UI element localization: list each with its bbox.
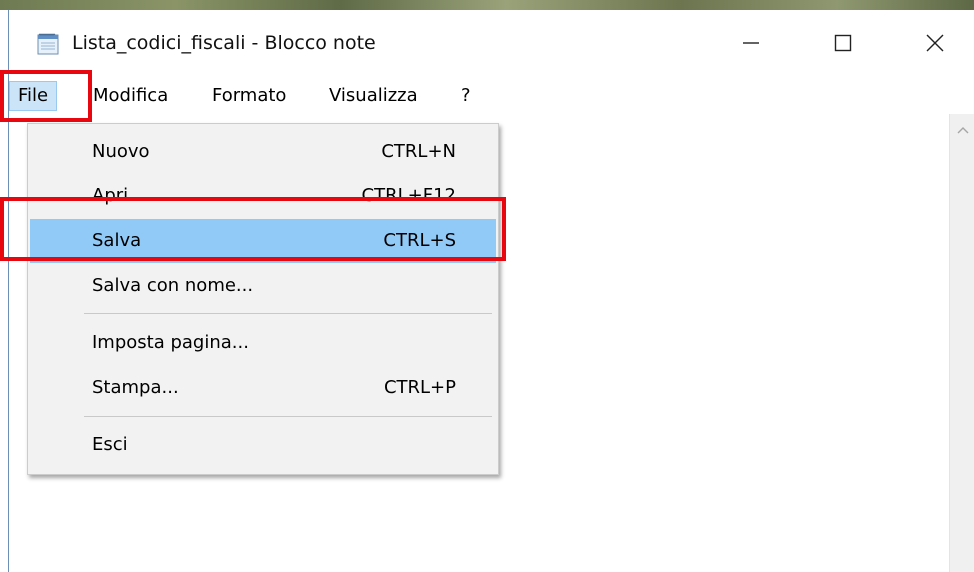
menu-bar: File Modifica Formato Visualizza ? — [9, 76, 974, 114]
menu-item-label: Salva — [92, 230, 142, 251]
menu-item-salva-con-nome[interactable]: Salva con nome... — [30, 264, 496, 308]
menu-item-label: Nuovo — [92, 141, 150, 162]
desktop-background-strip — [0, 0, 974, 10]
menu-item-stampa[interactable]: Stampa... CTRL+P — [30, 366, 496, 410]
notepad-window: Lista_codici_fiscali - Blocco note File … — [8, 10, 974, 572]
menu-item-imposta-pagina[interactable]: Imposta pagina... — [30, 321, 496, 365]
menu-separator — [84, 313, 492, 314]
title-bar[interactable]: Lista_codici_fiscali - Blocco note — [9, 10, 974, 76]
menu-item-label: Stampa... — [92, 377, 179, 398]
menu-item-label: Imposta pagina... — [92, 332, 249, 353]
close-button[interactable] — [900, 20, 970, 70]
menu-formato[interactable]: Formato — [206, 82, 292, 110]
menu-file[interactable]: File — [9, 81, 58, 111]
window-title: Lista_codici_fiscali - Blocco note — [72, 32, 376, 54]
menu-item-shortcut: CTRL+P — [383, 377, 456, 398]
scroll-up-button[interactable] — [950, 114, 974, 142]
menu-item-label: Apri... — [92, 185, 146, 206]
vertical-scrollbar[interactable] — [949, 114, 974, 572]
maximize-button[interactable] — [808, 20, 878, 70]
menu-item-shortcut: CTRL+N — [381, 141, 456, 162]
menu-item-shortcut: CTRL+F12 — [361, 185, 456, 206]
menu-item-shortcut: CTRL+S — [383, 230, 456, 251]
minimize-icon — [742, 34, 760, 56]
menu-separator — [84, 416, 492, 417]
menu-item-salva[interactable]: Salva CTRL+S — [30, 219, 496, 263]
menu-item-apri[interactable]: Apri... CTRL+F12 — [30, 174, 496, 218]
close-icon — [926, 34, 944, 56]
minimize-button[interactable] — [716, 20, 786, 70]
file-menu-dropdown: Nuovo CTRL+N Apri... CTRL+F12 Salva CTRL… — [27, 123, 499, 475]
menu-visualizza[interactable]: Visualizza — [323, 82, 424, 110]
maximize-icon — [834, 34, 852, 56]
menu-item-nuovo[interactable]: Nuovo CTRL+N — [30, 130, 496, 174]
menu-item-label: Esci — [92, 434, 128, 455]
menu-modifica[interactable]: Modifica — [87, 82, 174, 110]
menu-help[interactable]: ? — [455, 82, 477, 110]
chevron-up-icon — [957, 119, 969, 138]
notepad-icon — [35, 33, 61, 55]
menu-item-esci[interactable]: Esci — [30, 423, 496, 467]
menu-item-label: Salva con nome... — [92, 275, 254, 296]
